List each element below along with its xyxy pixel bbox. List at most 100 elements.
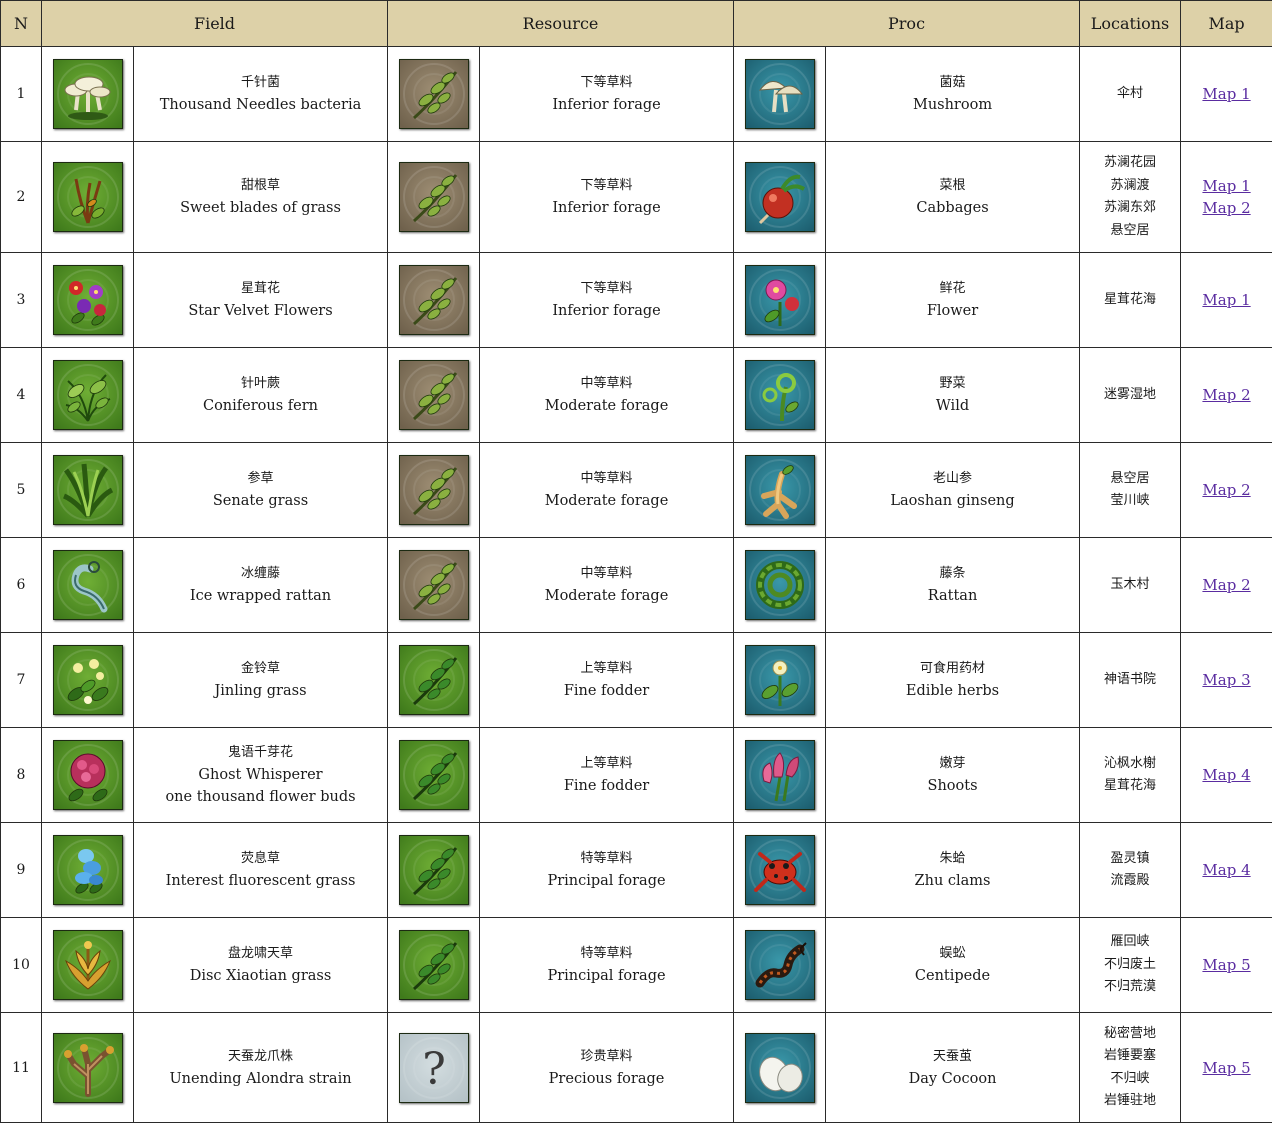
row-number: 4 (0, 347, 42, 443)
location-name: 莹川峡 (1110, 493, 1150, 508)
principal-forage-icon (398, 930, 469, 1000)
map-link[interactable]: Map 5 (1181, 1057, 1272, 1079)
field-name-en: Disc Xiaotian grass (189, 968, 332, 984)
proc-icon-cell (733, 1012, 827, 1123)
proc-name-cell: 藤条 Rattan (825, 537, 1081, 633)
map-link[interactable]: Map 2 (1181, 479, 1272, 501)
proc-name-cell: 蜈蚣 Centipede (825, 917, 1081, 1013)
ghost-flower-icon (52, 740, 123, 810)
field-name-en: Senate grass (212, 493, 309, 509)
fluorescent-grass-icon (52, 835, 123, 905)
proc-icon-cell (733, 632, 827, 728)
locations-cell: 雁回峡 不归废土 不归荒漠 (1079, 917, 1182, 1013)
map-link[interactable]: Map 2 (1181, 574, 1272, 596)
locations-cell: 秘密营地 岩锤要塞 不归峡 岩锤驻地 (1079, 1012, 1182, 1123)
map-cell: Map 1 (1180, 252, 1272, 348)
field-icon-cell (41, 46, 134, 142)
header-n: N (0, 0, 42, 47)
inferior-forage-icon (398, 162, 469, 232)
resource-name-cn: 下等草料 (580, 281, 633, 296)
proc-name-cn: 老山参 (933, 471, 973, 486)
proc-name-cell: 嫩芽 Shoots (825, 727, 1081, 823)
map-link[interactable]: Map 3 (1181, 669, 1272, 691)
field-name-en: Thousand Needles bacteria (159, 97, 362, 113)
location-name: 岩锤驻地 (1104, 1093, 1157, 1108)
proc-icon-cell (733, 442, 827, 538)
map-link[interactable]: Map 1 (1181, 289, 1272, 311)
map-cell: Map 5 (1180, 917, 1272, 1013)
resource-name-en: Fine fodder (563, 683, 650, 699)
mushroom-cluster-icon (52, 59, 123, 129)
proc-name-cell: 老山参 Laoshan ginseng (825, 442, 1081, 538)
map-link[interactable]: Map 4 (1181, 764, 1272, 786)
wild-vegetable-icon (744, 360, 815, 430)
location-name: 神语书院 (1104, 671, 1157, 687)
map-cell: Map 2 (1180, 347, 1272, 443)
resource-icon-cell (387, 917, 481, 1013)
resource-name-cell: 中等草料 Moderate forage (479, 347, 735, 443)
locations-cell: 玉木村 (1079, 537, 1182, 633)
proc-name-cn: 野菜 (939, 376, 966, 391)
row-number: 9 (0, 822, 42, 918)
proc-name-en: Rattan (927, 588, 978, 604)
proc-name-cn: 天蚕茧 (933, 1048, 973, 1064)
sweet-grass-icon (52, 162, 123, 232)
map-link[interactable]: Map 4 (1181, 859, 1272, 881)
cocoon-icon (744, 1032, 815, 1103)
field-name-cell: 冰缠藤 Ice wrapped rattan (132, 537, 389, 633)
map-link[interactable]: Map 1 (1181, 83, 1272, 105)
proc-icon-cell (733, 141, 827, 253)
field-name-cell: 千针菌 Thousand Needles bacteria (132, 46, 389, 142)
location-name: 星茸花海 (1104, 778, 1157, 793)
proc-name-en: Centipede (914, 968, 991, 984)
map-link[interactable]: Map 5 (1181, 954, 1272, 976)
star-velvet-flower-icon (52, 265, 123, 335)
field-name-en: Ice wrapped rattan (189, 588, 332, 604)
proc-name-en: Zhu clams (914, 873, 991, 889)
location-name: 盈灵镇 (1110, 850, 1150, 866)
resource-name-cn: 特等草料 (580, 946, 633, 961)
shoots-icon (744, 740, 815, 810)
senate-grass-icon (52, 455, 123, 525)
resource-name-cn: 下等草料 (580, 178, 633, 193)
map-link[interactable]: Map 2 (1181, 197, 1272, 219)
resource-name-cn: 中等草料 (580, 376, 633, 391)
proc-name-cn: 菜根 (939, 178, 966, 193)
locations-cell: 沁枫水榭 星茸花海 (1079, 727, 1182, 823)
field-name-cn: 盘龙啸天草 (228, 946, 294, 961)
resource-name-en: Fine fodder (563, 778, 650, 794)
resource-name-en: Principal forage (547, 873, 666, 889)
resource-name-cn: 中等草料 (580, 566, 633, 581)
field-name-en: Sweet blades of grass (180, 200, 341, 216)
field-name-cell: 荧息草 Interest fluorescent grass (132, 822, 389, 918)
proc-name-cell: 鲜花 Flower (825, 252, 1081, 348)
svg-text:?: ? (422, 1044, 446, 1095)
field-name-cn: 甜根草 (241, 178, 281, 193)
resource-icon-cell (387, 141, 481, 253)
proc-name-en: Cabbages (916, 200, 989, 216)
resource-name-cell: 珍贵草料 Precious forage (479, 1012, 735, 1123)
field-name-cell: 参草 Senate grass (132, 442, 389, 538)
field-name-cell: 甜根草 Sweet blades of grass (132, 141, 389, 253)
proc-name-cell: 可食用药材 Edible herbs (825, 632, 1081, 728)
header-resource: Resource (387, 0, 735, 47)
location-name: 玉木村 (1110, 576, 1150, 592)
resource-name-en: Inferior forage (552, 200, 661, 216)
field-name-cn: 参草 (247, 471, 274, 486)
proc-icon-cell (733, 822, 827, 918)
field-icon-cell (41, 632, 134, 728)
table-row: 1 千针菌 Thousand Needles bacteria 下等草料 Infer… (0, 46, 1272, 142)
mushroom-icon (744, 59, 815, 129)
rattan-icon (744, 550, 815, 620)
map-link[interactable]: Map 2 (1181, 384, 1272, 406)
table-row: 3 星茸花 Star Velvet Flowers 下等草料 Inferior fo… (0, 252, 1272, 348)
map-link[interactable]: Map 1 (1181, 175, 1272, 197)
resource-name-cn: 珍贵草料 (580, 1048, 633, 1064)
header-locations: Locations (1079, 0, 1182, 47)
resource-icon-cell (387, 252, 481, 348)
proc-name-en: Wild (935, 398, 970, 414)
location-name: 苏澜东郊 (1104, 200, 1157, 215)
proc-name-cn: 嫩芽 (939, 756, 966, 771)
resource-icon-cell (387, 632, 481, 728)
row-number: 11 (0, 1012, 42, 1123)
